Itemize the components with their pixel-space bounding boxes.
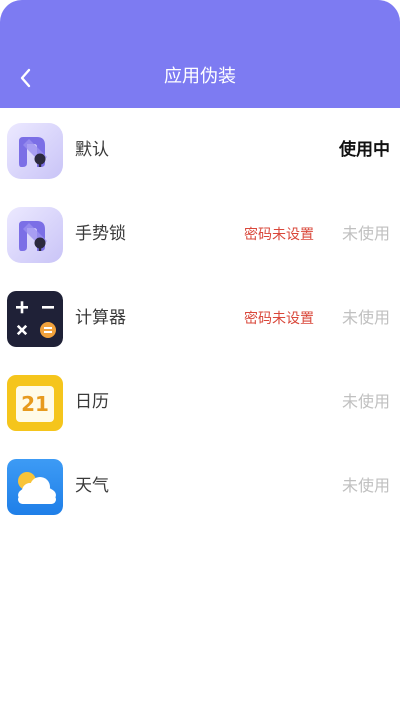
- app-disguise-screen: 应用伪装 默认 使用中 手势锁 密码未设置 未使用 计算器 密码未设置 未使用 …: [0, 0, 400, 725]
- app-name: 默认: [75, 140, 109, 160]
- app-list: 默认 使用中 手势锁 密码未设置 未使用 计算器 密码未设置 未使用 21 日历…: [0, 108, 400, 528]
- app-name: 计算器: [75, 308, 126, 328]
- list-item-calendar[interactable]: 21 日历 未使用: [0, 360, 400, 444]
- list-item-weather[interactable]: 天气 未使用: [0, 444, 400, 528]
- calendar-icon: 21: [7, 375, 63, 431]
- list-item-gesture-lock[interactable]: 手势锁 密码未设置 未使用: [0, 192, 400, 276]
- status-in-use[interactable]: 使用中: [339, 139, 390, 161]
- calendar-date-text: 21: [21, 392, 49, 416]
- app-lock-icon: [7, 123, 63, 179]
- header-bar: 应用伪装: [0, 0, 400, 108]
- status-not-used[interactable]: 未使用: [342, 223, 390, 245]
- status-not-used[interactable]: 未使用: [342, 307, 390, 329]
- password-not-set-warning: 密码未设置: [244, 311, 314, 327]
- status-not-used[interactable]: 未使用: [342, 391, 390, 413]
- status-not-used[interactable]: 未使用: [342, 475, 390, 497]
- weather-icon: [7, 459, 63, 515]
- app-name: 手势锁: [75, 224, 126, 244]
- list-item-calculator[interactable]: 计算器 密码未设置 未使用: [0, 276, 400, 360]
- password-not-set-warning: 密码未设置: [244, 227, 314, 243]
- app-lock-icon: [7, 207, 63, 263]
- calculator-icon: [7, 291, 63, 347]
- app-name: 日历: [75, 392, 109, 412]
- list-item-default[interactable]: 默认 使用中: [0, 108, 400, 192]
- app-name: 天气: [75, 476, 109, 496]
- page-title: 应用伪装: [164, 66, 236, 87]
